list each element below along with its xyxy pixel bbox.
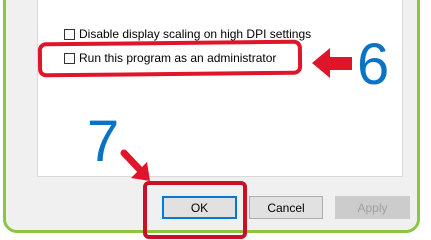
step-6-arrow-icon xyxy=(312,48,352,78)
step-7-arrow-icon xyxy=(120,149,150,181)
annotation-arrows xyxy=(120,48,352,181)
